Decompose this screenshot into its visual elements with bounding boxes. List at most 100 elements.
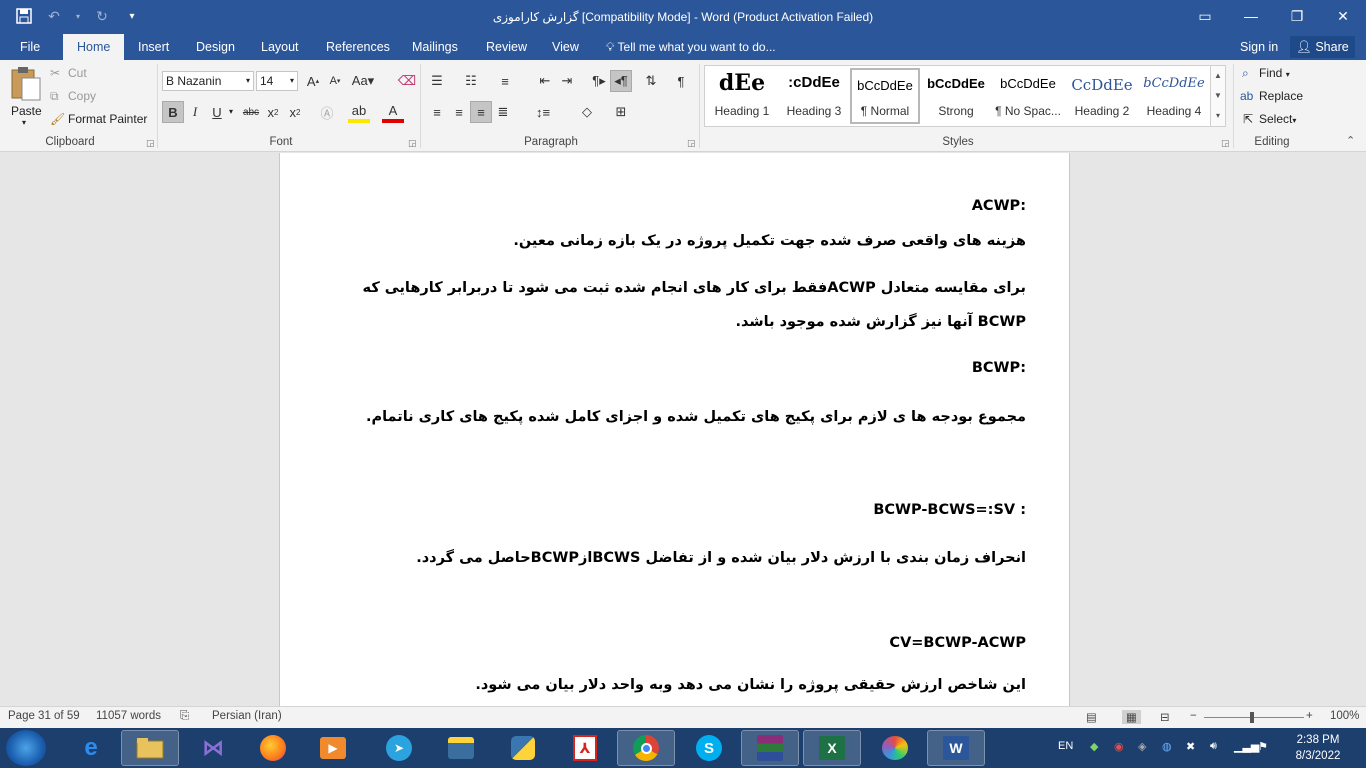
read-mode-icon[interactable]: ▤ — [1086, 710, 1097, 724]
superscript-icon[interactable]: x2 — [284, 101, 306, 123]
tab-view[interactable]: View — [552, 34, 579, 60]
doc-paragraph[interactable]: مجموع بودجه ها ی لازم برای پکیج های تکمی… — [338, 400, 1026, 434]
font-size-select[interactable]: 14 ▾ — [256, 71, 298, 91]
cut-button[interactable]: Cut — [68, 66, 87, 80]
tab-layout[interactable]: Layout — [261, 34, 299, 60]
decrease-indent-icon[interactable]: ⇤ — [534, 70, 556, 92]
close-icon[interactable]: ✕ — [1320, 0, 1366, 32]
doc-paragraph[interactable]: هزینه های واقعی صرف شده جهت تکمیل پروژه … — [338, 224, 1026, 258]
shading-icon[interactable]: ◇ — [576, 101, 598, 123]
font-name-select[interactable]: B Nazanin ▾ — [162, 71, 254, 91]
sort-icon[interactable]: ⇅ — [640, 70, 662, 92]
subscript-icon[interactable]: x2 — [262, 101, 284, 123]
strikethrough-icon[interactable]: abc — [240, 101, 262, 123]
highlight-icon[interactable]: ab — [348, 101, 370, 123]
dialog-launcher-icon[interactable]: ◲ — [408, 138, 417, 149]
zoom-slider-track[interactable] — [1204, 717, 1304, 718]
tab-home[interactable]: Home — [63, 34, 125, 60]
cloud-tray-icon[interactable]: ◍ — [1162, 740, 1172, 753]
more-icon[interactable]: ▾ — [1211, 106, 1225, 126]
chevron-down-icon[interactable]: ▾ — [229, 107, 233, 116]
style-heading-3[interactable]: :cDdEe Heading 3 — [779, 68, 849, 124]
shrink-font-icon[interactable]: A ▾ — [324, 70, 346, 92]
justify-icon[interactable]: ≣ — [492, 101, 514, 123]
telegram-icon[interactable]: ➤ — [370, 730, 428, 766]
doc-paragraph[interactable]: CV=BCWP-ACWP — [338, 626, 1026, 660]
excel-icon[interactable]: X — [803, 730, 861, 766]
security-tray-icon[interactable]: ◉ — [1114, 740, 1124, 753]
internet-explorer-icon[interactable]: e — [62, 730, 120, 766]
word-icon[interactable]: W — [927, 730, 985, 766]
tab-design[interactable]: Design — [196, 34, 235, 60]
style-heading-4[interactable]: bCcDdEe Heading 4 — [1139, 68, 1209, 124]
action-center-icon[interactable]: ⚑ — [1258, 740, 1268, 753]
tab-references[interactable]: References — [326, 34, 390, 60]
underline-icon[interactable]: U — [206, 101, 228, 123]
firefox-icon[interactable] — [244, 730, 302, 766]
paste-button[interactable]: Paste ▾ — [6, 64, 46, 132]
dialog-launcher-icon[interactable]: ◲ — [146, 138, 155, 149]
line-spacing-icon[interactable]: ↕≡ — [532, 101, 554, 123]
signal-icon[interactable]: ▁▃▅ — [1234, 740, 1259, 753]
print-layout-icon[interactable]: ▦ — [1122, 710, 1141, 724]
format-painter-button[interactable]: Format Painter — [68, 112, 147, 126]
input-language[interactable]: EN — [1058, 740, 1073, 752]
maximize-icon[interactable]: ❐ — [1274, 0, 1320, 32]
bold-icon[interactable]: B — [162, 101, 184, 123]
chevron-up-icon[interactable]: ▲ — [1211, 66, 1225, 86]
clear-formatting-icon[interactable]: ⌫ — [396, 70, 418, 92]
windows-start-icon[interactable] — [6, 730, 46, 766]
proofing-icon[interactable]: ⎘ — [180, 710, 189, 723]
file-explorer-icon[interactable] — [121, 730, 179, 766]
borders-icon[interactable]: ⊞ — [610, 101, 632, 123]
app-tray-icon[interactable]: ◈ — [1138, 740, 1146, 753]
dialog-launcher-icon[interactable]: ◲ — [1221, 138, 1230, 149]
align-left-icon[interactable]: ≡ — [426, 101, 448, 123]
font-color-icon[interactable]: A — [382, 101, 404, 123]
select-button[interactable]: Select▾ — [1259, 112, 1296, 126]
style-no-spacing[interactable]: bCcDdEe ¶ No Spac... — [993, 68, 1063, 124]
change-case-icon[interactable]: Aa▾ — [352, 70, 374, 92]
numbering-icon[interactable]: ☷ — [460, 70, 482, 92]
doc-paragraph[interactable]: این شاخص ارزش حقیقی پروژه را نشان می دهد… — [338, 668, 1026, 702]
network-tray-icon[interactable]: ◆ — [1090, 740, 1098, 753]
multilevel-list-icon[interactable]: ≡ — [494, 70, 516, 92]
align-right-icon[interactable]: ≡ — [470, 101, 492, 123]
copy-button[interactable]: Copy — [68, 89, 96, 103]
rtl-icon[interactable]: ◂¶ — [610, 70, 632, 92]
system-clock[interactable]: 2:38 PM 8/3/2022 — [1290, 732, 1346, 764]
sign-in-link[interactable]: Sign in — [1240, 34, 1278, 60]
tab-mailings[interactable]: Mailings — [412, 34, 458, 60]
doc-paragraph[interactable]: :BCWP — [338, 351, 1026, 385]
doc-paragraph[interactable]: :ACWP — [338, 189, 1026, 223]
show-marks-icon[interactable]: ¶ — [670, 70, 692, 92]
winrar-icon[interactable] — [741, 730, 799, 766]
zoom-in-icon[interactable]: + — [1306, 710, 1313, 722]
minimize-icon[interactable]: — — [1228, 0, 1274, 32]
style-strong[interactable]: bCcDdEe Strong — [921, 68, 991, 124]
style-normal[interactable]: bCcDdEe ¶ Normal — [850, 68, 920, 124]
tab-review[interactable]: Review — [486, 34, 527, 60]
doc-paragraph[interactable]: : BCWP-BCWS=:SV — [338, 493, 1026, 527]
style-heading-2[interactable]: CcDdEe Heading 2 — [1067, 68, 1137, 124]
language-indicator[interactable]: Persian (Iran) — [212, 710, 282, 722]
document-page[interactable]: :ACWP هزینه های واقعی صرف شده جهت تکمیل … — [279, 153, 1070, 706]
replace-button[interactable]: Replace — [1259, 89, 1303, 103]
align-center-icon[interactable]: ≡ — [448, 101, 470, 123]
find-button[interactable]: Find ▾ — [1259, 66, 1290, 80]
doc-paragraph[interactable]: انحراف زمان بندی با ارزش دلار بیان شده و… — [338, 541, 1026, 575]
media-player-icon[interactable]: ▶ — [304, 730, 362, 766]
zoom-slider-thumb[interactable] — [1250, 712, 1254, 723]
web-layout-icon[interactable]: ⊟ — [1160, 710, 1170, 724]
tab-file[interactable]: File — [20, 34, 40, 60]
tools-tray-icon[interactable]: ✖ — [1186, 740, 1195, 753]
paint-icon[interactable] — [866, 730, 924, 766]
chevron-down-icon[interactable]: ▼ — [1211, 86, 1225, 106]
grow-font-icon[interactable]: A ▴ — [302, 70, 324, 92]
collapse-ribbon-icon[interactable]: ⌃ — [1346, 134, 1355, 147]
ribbon-display-icon[interactable]: ▭ — [1182, 0, 1228, 32]
zoom-level[interactable]: 100% — [1330, 710, 1359, 722]
tab-insert[interactable]: Insert — [138, 34, 169, 60]
dialog-launcher-icon[interactable]: ◲ — [687, 138, 696, 149]
zoom-out-icon[interactable]: − — [1190, 710, 1197, 722]
